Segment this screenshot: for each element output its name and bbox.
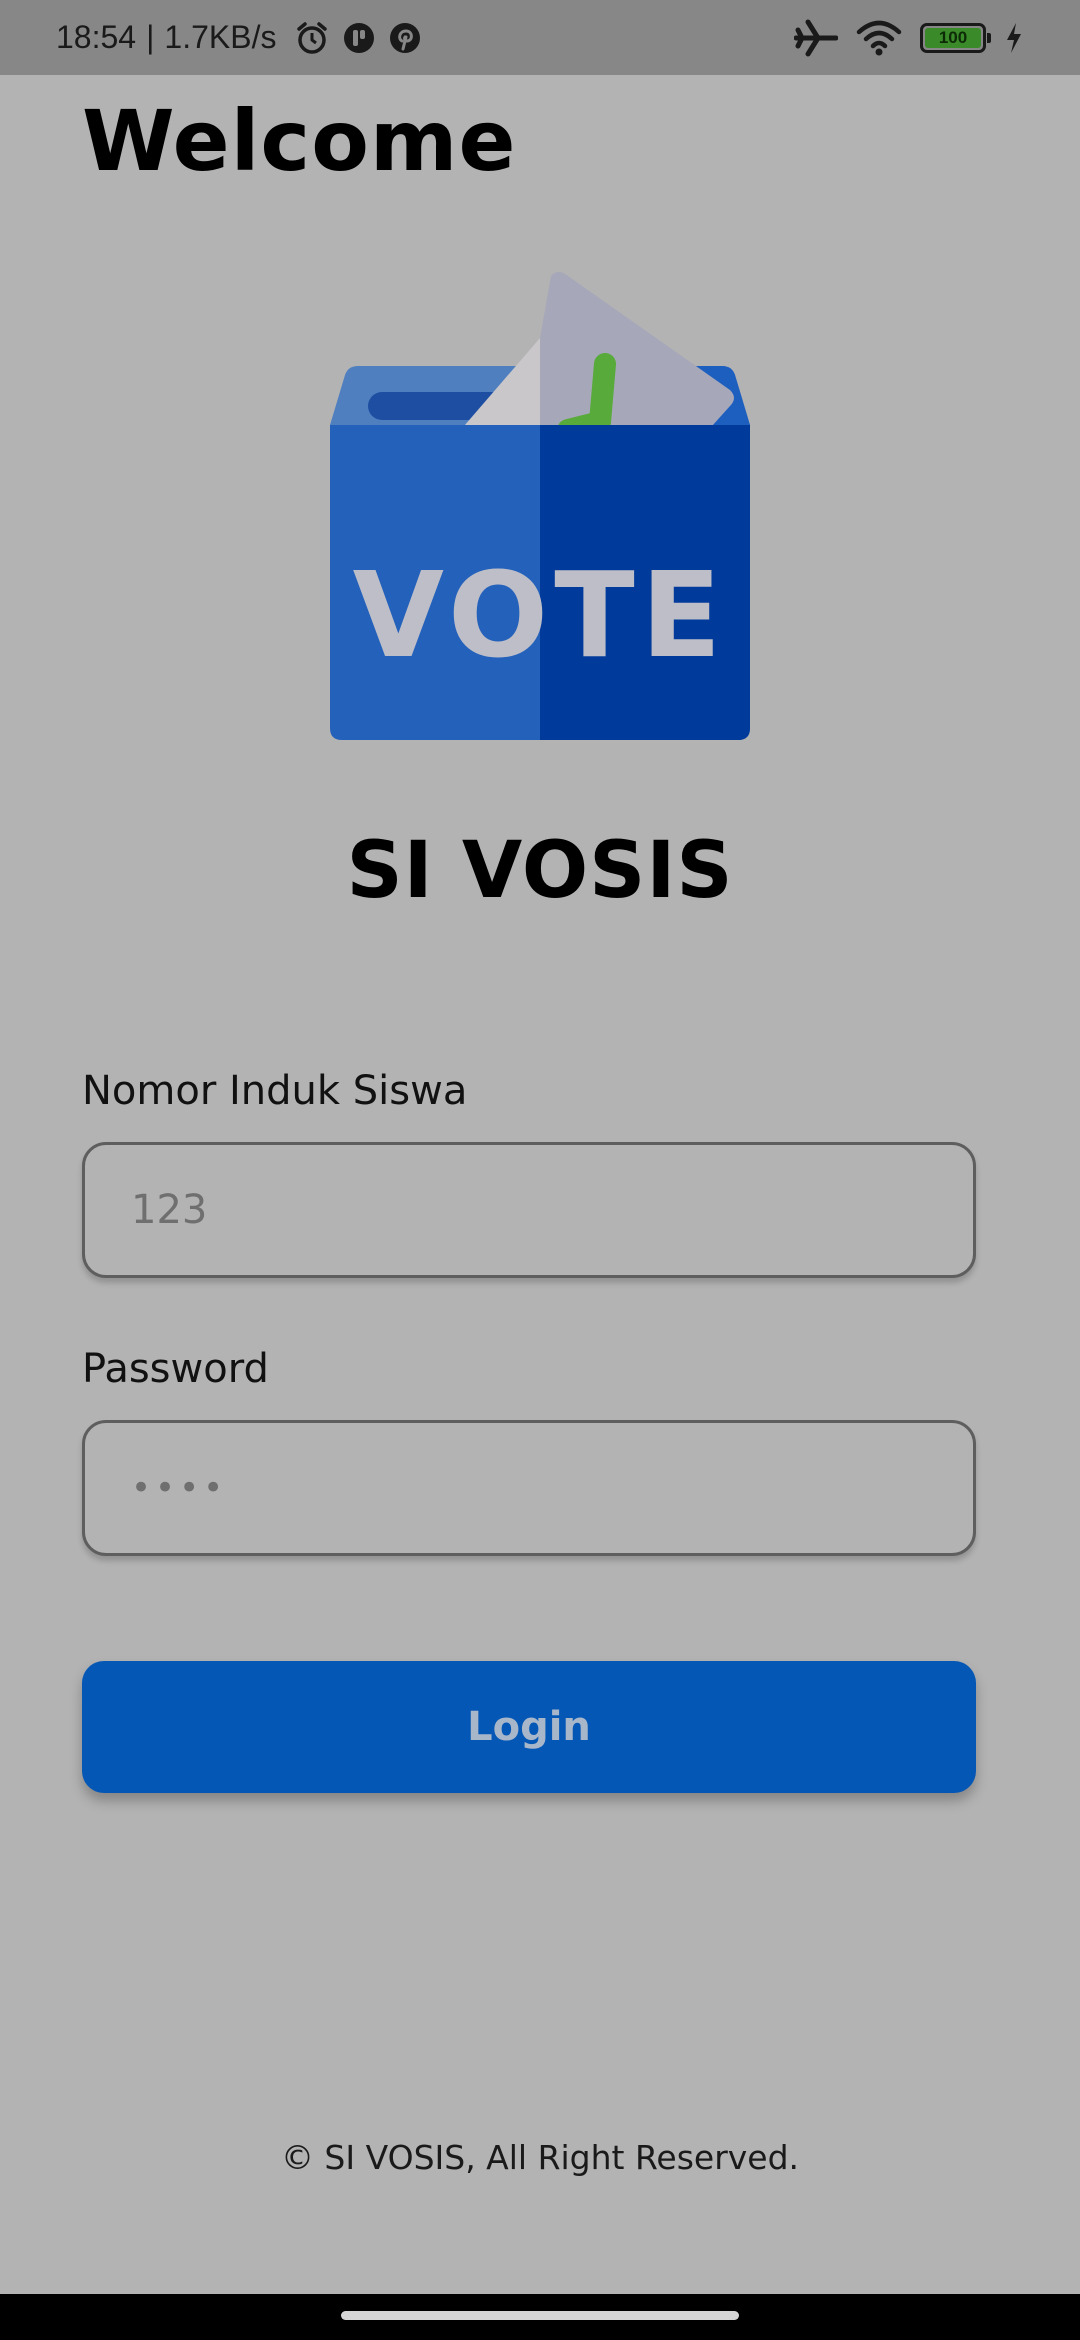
footer-copyright: © SI VOSIS, All Right Reserved. [280,2138,800,2177]
status-bar: 18:54 | 1.7KB/s 100 [0,0,1080,75]
pinterest-icon [390,22,421,53]
home-indicator[interactable] [341,2311,739,2320]
status-time: 18:54 [56,19,137,55]
password-value: •••• [131,1468,228,1508]
wifi-icon [856,20,902,55]
page-title: Welcome [82,92,517,190]
nis-value: 123 [131,1187,208,1233]
status-left: 18:54 | 1.7KB/s [56,19,422,56]
password-input[interactable]: •••• [82,1420,976,1556]
airplane-icon [794,19,838,56]
app-icon [344,22,375,53]
alarm-icon [297,21,328,54]
nis-input[interactable]: 123 [82,1142,976,1278]
login-button[interactable]: Login [82,1661,976,1793]
battery-level: 100 [925,27,981,48]
status-icons-left [294,20,422,56]
charging-icon [1007,22,1021,53]
ballot-box-icon: VOTE [330,272,750,740]
battery-icon: 100 [920,22,991,53]
app-name: SI VOSIS [346,826,734,916]
logo-text: VOTE [353,546,728,684]
status-right: 100 [794,18,1024,58]
password-label: Password [82,1346,269,1392]
status-separator: | [146,19,155,55]
navigation-bar [0,2294,1080,2340]
status-speed: 1.7KB/s [164,19,277,55]
nis-label: Nomor Induk Siswa [82,1068,468,1114]
